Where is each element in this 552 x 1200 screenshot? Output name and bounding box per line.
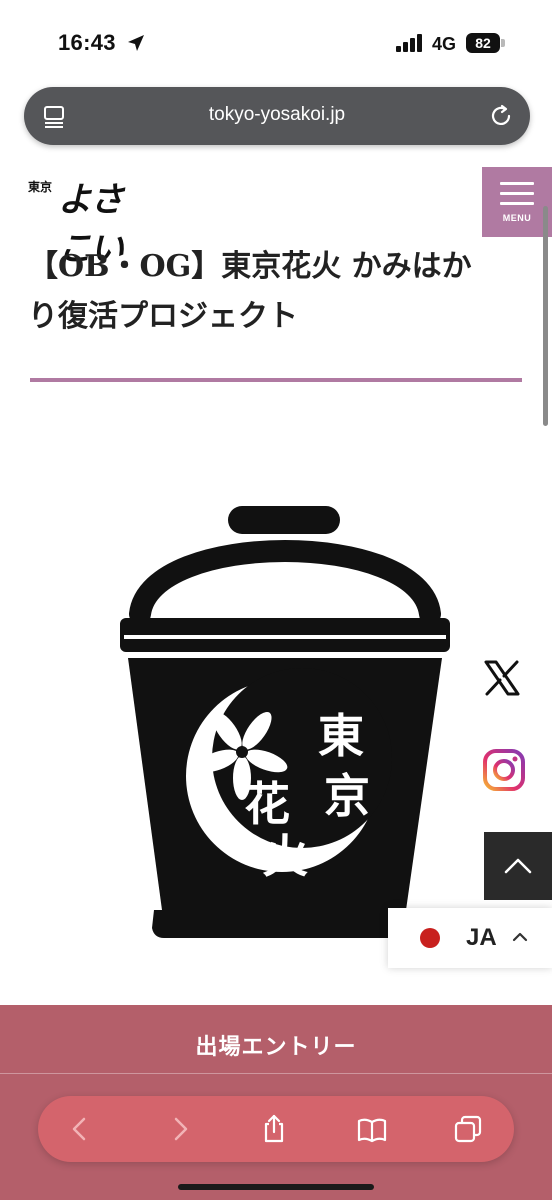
logo-small-text: 東京 (28, 180, 53, 194)
tabs-icon[interactable] (452, 1113, 484, 1145)
japan-flag-icon (420, 928, 440, 948)
page-title-line1: 【OB・OG】東京花火 かみはか (28, 249, 472, 284)
x-logo-icon[interactable] (480, 656, 524, 700)
battery-level: 82 (466, 33, 500, 53)
bucket-logo-image: 東 京 花 火 (120, 506, 450, 938)
url-text[interactable]: tokyo-yosakoi.jp (24, 104, 530, 126)
forward-icon[interactable] (164, 1113, 196, 1145)
location-arrow-icon (128, 35, 144, 51)
title-divider (30, 378, 522, 382)
status-bar: 16:43 4G 82 (0, 0, 552, 84)
share-icon[interactable] (258, 1113, 290, 1145)
network-type: 4G (432, 34, 457, 54)
scrollbar[interactable] (543, 206, 548, 426)
status-time: 16:43 (58, 30, 116, 55)
image-char-3: 花 (244, 777, 290, 831)
chevron-up-icon (512, 932, 528, 942)
bookmarks-icon[interactable] (356, 1113, 388, 1145)
cellular-signal-icon (396, 34, 422, 52)
entry-button[interactable]: 出場エントリー (0, 1029, 552, 1061)
image-char-2: 京 (324, 769, 370, 823)
image-char-4: 火 (262, 829, 308, 883)
address-bar[interactable]: tokyo-yosakoi.jp (24, 87, 530, 145)
back-icon[interactable] (64, 1113, 96, 1145)
home-indicator (178, 1184, 374, 1190)
battery-icon: 82 (466, 33, 506, 53)
menu-label: MENU (502, 213, 532, 223)
site-logo[interactable]: 東京 よさこい (28, 172, 144, 269)
menu-button[interactable]: MENU (482, 167, 552, 237)
page-title: 【OB・OG】東京花火 かみはか り復活プロジェクト (28, 242, 524, 342)
language-code: JA (466, 924, 497, 951)
image-char-1: 東 (318, 709, 364, 763)
chevron-up-icon (504, 858, 532, 874)
browser-toolbar (38, 1096, 514, 1162)
language-switcher[interactable]: JA (388, 908, 552, 968)
instagram-icon[interactable] (482, 748, 526, 792)
page-title-line2: り復活プロジェクト (28, 299, 298, 334)
page-top-button[interactable] (484, 832, 552, 900)
reload-icon[interactable] (488, 103, 514, 129)
